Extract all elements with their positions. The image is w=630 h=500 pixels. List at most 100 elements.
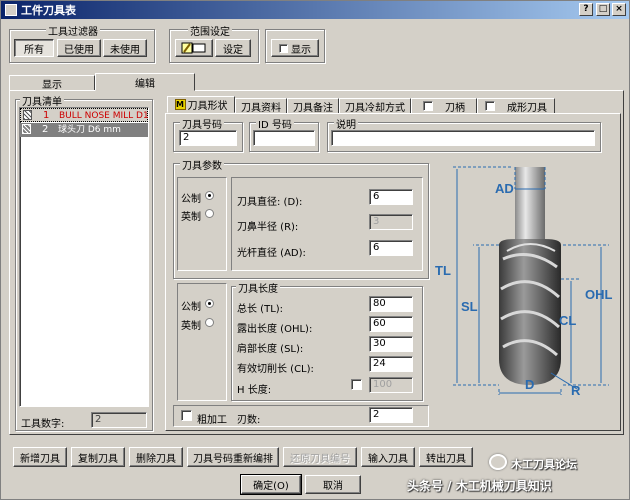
cutting-length-label: 有效切削长 (CL): xyxy=(237,364,314,375)
tool-list: 1 BULL NOSE MILL D10 r 2 球头刀 D6 mm xyxy=(19,107,149,407)
title-bar: 工件刀具表 ? □ × xyxy=(1,1,629,19)
dim-label-ad: AD xyxy=(495,181,514,196)
tool-count-field: 2 xyxy=(91,412,147,428)
filter-all-button[interactable]: 所有 xyxy=(14,39,54,57)
tool-list-title: 刀具清单 xyxy=(20,93,64,108)
flutes-label: 刃数: xyxy=(237,415,261,426)
restore-numbers-button: 还原刀具编号 xyxy=(283,447,357,467)
metric-label: 公制 xyxy=(181,194,201,205)
diameter-label: 刀具直径: (D): xyxy=(237,197,303,208)
imperial-radio[interactable] xyxy=(205,209,214,218)
h-length-checkbox[interactable] xyxy=(351,379,362,390)
delete-tool-button[interactable]: 删除刀具 xyxy=(129,447,183,467)
range-setting-title: 范围设定 xyxy=(188,23,232,38)
export-tool-button[interactable]: 转出刀具 xyxy=(419,447,473,467)
tool-name: BULL NOSE MILL D10 r xyxy=(59,111,149,121)
watermark-logo-text: 木工刀具论坛 xyxy=(511,458,577,471)
close-button[interactable]: × xyxy=(612,3,626,16)
nose-radius-label: 刀鼻半径 (R): xyxy=(237,222,299,233)
flutes-field[interactable]: 2 xyxy=(369,407,413,423)
shank-diameter-field[interactable]: 6 xyxy=(369,240,413,256)
tool-number: 2 xyxy=(42,124,49,135)
dim-label-d: D xyxy=(525,377,534,392)
wechat-logo-icon xyxy=(489,454,507,470)
dim-label-r: R xyxy=(571,383,581,398)
length-imperial-label: 英制 xyxy=(181,321,201,332)
tool-number-title: 刀具号码 xyxy=(180,116,224,131)
exposed-length-field[interactable]: 60 xyxy=(369,316,413,332)
tool-number-field[interactable]: 2 xyxy=(179,130,237,146)
tab-holder[interactable]: 刀柄 xyxy=(411,98,477,114)
tab-tool-coolant[interactable]: 刀具冷却方式 xyxy=(339,98,411,114)
shank-diameter-label: 光杆直径 (AD): xyxy=(237,248,306,259)
length-metric-radio[interactable] xyxy=(205,299,214,308)
metric-radio[interactable] xyxy=(205,191,214,200)
description-field[interactable] xyxy=(331,130,595,146)
window-title: 工件刀具表 xyxy=(21,4,76,17)
tool-diagram: AD TL SL OHL CL D R xyxy=(433,159,617,399)
new-tool-button[interactable]: 新增刀具 xyxy=(13,447,67,467)
tool-icon xyxy=(23,110,32,120)
h-length-label: H 长度: xyxy=(237,385,272,396)
tab-holder-label: 刀柄 xyxy=(445,102,465,114)
description-title: 说明 xyxy=(334,116,358,131)
tab-tool-shape-label: 刀具形状 xyxy=(187,101,228,112)
diameter-field[interactable]: 6 xyxy=(369,189,413,205)
tool-filter-title: 工具过滤器 xyxy=(46,23,100,38)
tool-icon xyxy=(22,124,31,134)
id-code-title: ID 号码 xyxy=(256,116,294,131)
id-code-field[interactable] xyxy=(253,130,315,146)
length-imperial-radio[interactable] xyxy=(205,318,214,327)
tool-table-window: 工件刀具表 ? □ × 工具过滤器 所有 已使用 未使用 范围设定 设定 显示 … xyxy=(0,0,630,500)
import-tool-button[interactable]: 输入刀具 xyxy=(361,447,415,467)
tab-form-tool-label: 成形刀具 xyxy=(507,102,547,114)
dim-label-sl: SL xyxy=(461,299,478,314)
watermark-text: 头条号 / 木工机械刀具知识 xyxy=(407,479,552,493)
filter-unused-button[interactable]: 未使用 xyxy=(103,39,147,57)
copy-tool-button[interactable]: 复制刀具 xyxy=(71,447,125,467)
shoulder-length-label: 肩部长度 (SL): xyxy=(237,344,304,355)
app-icon xyxy=(5,4,17,16)
ok-button[interactable]: 确定(O) xyxy=(240,474,302,495)
tool-params-title: 刀具参数 xyxy=(180,157,224,172)
tab-form-tool[interactable]: 成形刀具 xyxy=(477,98,555,114)
tab-edit[interactable]: 编辑 xyxy=(95,73,195,91)
roughing-checkbox[interactable] xyxy=(181,410,192,421)
list-item[interactable]: 2 球头刀 D6 mm xyxy=(20,123,148,137)
list-item[interactable]: 1 BULL NOSE MILL D10 r xyxy=(20,108,148,122)
total-length-field[interactable]: 80 xyxy=(369,296,413,312)
tab-tool-shape[interactable]: M 刀具形状 xyxy=(167,96,235,113)
tab-tool-data[interactable]: 刀具资料 xyxy=(235,98,287,114)
display-checkbox[interactable] xyxy=(279,43,288,53)
help-button[interactable]: ? xyxy=(579,3,593,16)
cancel-button[interactable]: 取消 xyxy=(305,475,361,494)
pencil-box-icon xyxy=(181,42,206,54)
filter-used-button[interactable]: 已使用 xyxy=(57,39,101,57)
dim-label-tl: TL xyxy=(435,263,451,278)
ball-end-mill-illustration: AD TL SL OHL CL D R xyxy=(435,166,613,398)
range-set-button[interactable]: 设定 xyxy=(215,39,251,57)
tool-count-label: 工具数字: xyxy=(21,419,65,430)
imperial-label: 英制 xyxy=(181,212,201,223)
tool-length-title: 刀具长度 xyxy=(236,280,280,295)
total-length-label: 总长 (TL): xyxy=(237,304,284,315)
display-button[interactable]: 显示 xyxy=(271,39,319,57)
tab-tool-notes[interactable]: 刀具备注 xyxy=(287,98,339,114)
length-metric-label: 公制 xyxy=(181,302,201,313)
nose-radius-field: 3 xyxy=(369,214,413,230)
dim-label-ohl: OHL xyxy=(585,287,613,302)
tool-shape-icon: M xyxy=(174,99,186,110)
display-label: 显示 xyxy=(291,44,311,56)
h-length-field: 100 xyxy=(369,377,413,393)
tab-display[interactable]: 显示 xyxy=(9,75,95,91)
maximize-button[interactable]: □ xyxy=(596,3,610,16)
holder-checkbox[interactable] xyxy=(423,101,433,111)
form-tool-checkbox[interactable] xyxy=(485,101,495,111)
range-toggle-button[interactable] xyxy=(175,39,213,57)
shoulder-length-field[interactable]: 30 xyxy=(369,336,413,352)
renumber-tools-button[interactable]: 刀具号码重新编排 xyxy=(187,447,279,467)
tool-number: 1 xyxy=(43,110,50,121)
dim-label-cl: CL xyxy=(559,313,576,328)
cutting-length-field[interactable]: 24 xyxy=(369,356,413,372)
roughing-label: 粗加工 xyxy=(197,415,227,426)
